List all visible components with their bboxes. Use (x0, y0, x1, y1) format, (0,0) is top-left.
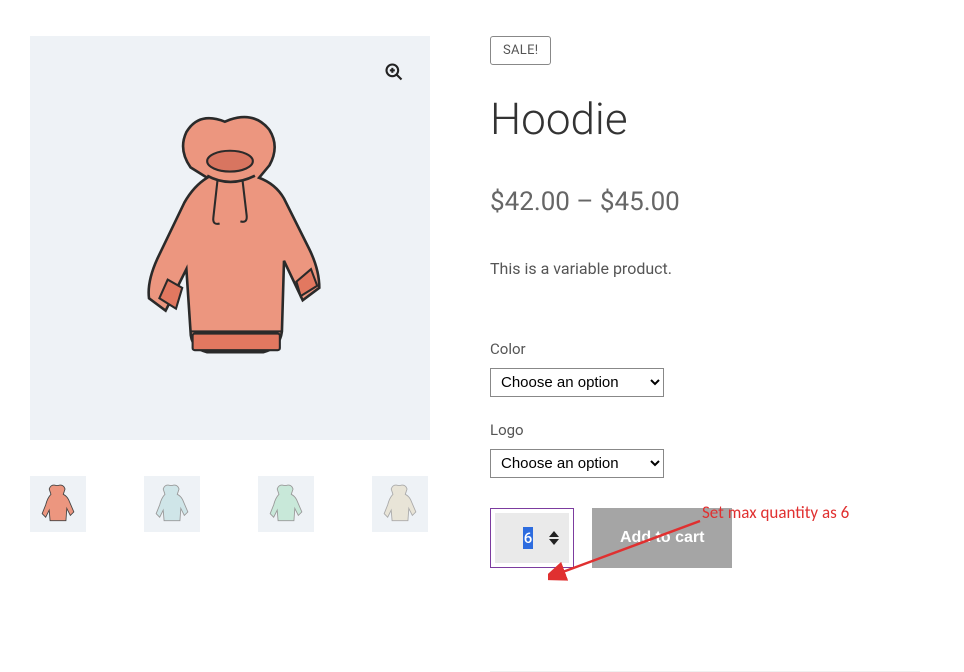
thumbnail-1[interactable] (30, 476, 86, 532)
thumbnail-row (30, 476, 430, 532)
zoom-icon[interactable] (376, 54, 412, 90)
sale-badge: SALE! (490, 36, 551, 65)
quantity-value[interactable]: 6 (523, 527, 534, 549)
thumbnail-2[interactable] (144, 476, 200, 532)
quantity-up-icon[interactable] (549, 531, 559, 537)
price-range: $42.00 – $45.00 (490, 187, 934, 217)
main-product-image[interactable] (30, 36, 430, 440)
hoodie-illustration (125, 103, 335, 373)
thumbnail-3[interactable] (258, 476, 314, 532)
color-label: Color (490, 340, 934, 358)
product-title: Hoodie (490, 93, 934, 145)
logo-label: Logo (490, 421, 934, 439)
thumbnail-4[interactable] (372, 476, 428, 532)
quantity-spinner[interactable] (549, 531, 559, 545)
product-details: SALE! Hoodie $42.00 – $45.00 This is a v… (490, 36, 934, 568)
product-gallery (30, 36, 430, 568)
variation-logo: Logo Choose an option (490, 421, 934, 478)
color-select[interactable]: Choose an option (490, 368, 664, 397)
quantity-down-icon[interactable] (549, 539, 559, 545)
quantity-stepper[interactable]: 6 (490, 508, 574, 568)
logo-select[interactable]: Choose an option (490, 449, 664, 478)
variation-color: Color Choose an option (490, 340, 934, 397)
product-description: This is a variable product. (490, 259, 934, 278)
annotation-text: Set max quantity as 6 (702, 502, 849, 523)
